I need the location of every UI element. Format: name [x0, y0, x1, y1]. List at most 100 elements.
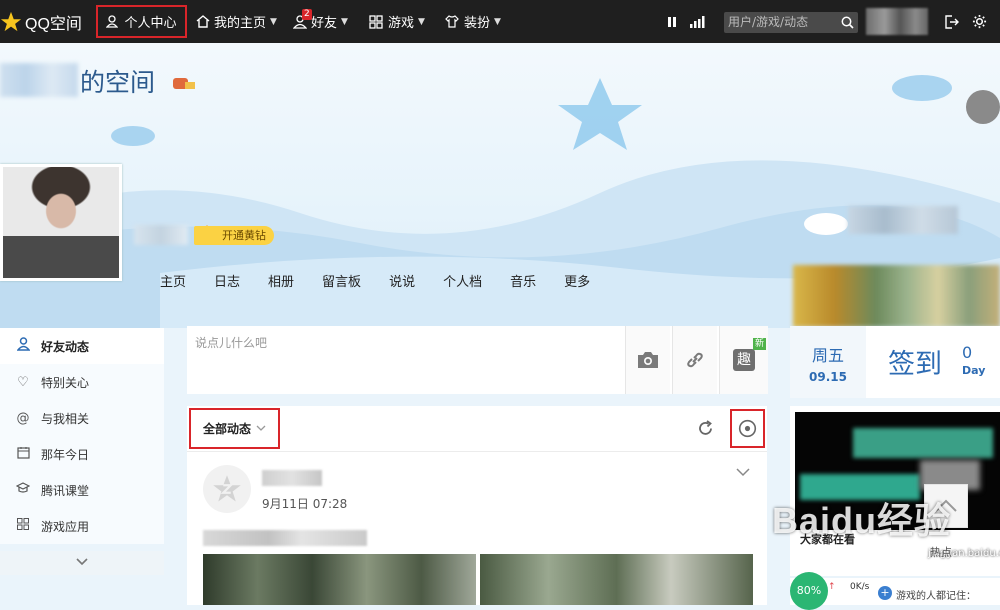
- post-image[interactable]: [480, 554, 753, 605]
- user-icon: [106, 15, 119, 28]
- sidebar-item-tencent-classroom[interactable]: 腾讯课堂: [0, 472, 164, 508]
- fun-icon: 趣: [733, 349, 755, 371]
- games-menu[interactable]: 游戏 ▼: [369, 0, 425, 43]
- level-indicator: [134, 225, 188, 245]
- person-icon: [15, 337, 31, 355]
- post-author-avatar[interactable]: [203, 465, 251, 513]
- nav-more[interactable]: 更多: [550, 272, 604, 294]
- qzone-logo[interactable]: QQ空间: [0, 0, 82, 43]
- refresh-icon: [698, 419, 712, 435]
- sidebar-expand-button[interactable]: [0, 551, 164, 575]
- search-box: [724, 12, 858, 33]
- network-usage-ring[interactable]: 80%: [790, 572, 828, 610]
- sidebar-item-friend-feed[interactable]: 好友动态: [0, 328, 164, 364]
- signal-bars-icon: [690, 15, 705, 28]
- network-speed: 0K/s: [850, 582, 870, 592]
- left-sidebar: 好友动态 ♡ 特别关心 @ 与我相关 那年今日 腾讯课堂 游戏应用: [0, 328, 164, 605]
- baidu-jingyan-watermark: Baidu经验: [772, 500, 952, 541]
- owner-nickname: [0, 63, 78, 97]
- shirt-icon: [445, 15, 459, 28]
- banner-image[interactable]: [793, 265, 1000, 327]
- new-tag: 新: [752, 338, 766, 350]
- chevron-down-icon: [76, 558, 88, 566]
- sidebar-item-label: 特别关心: [41, 375, 90, 390]
- brand-name: QQ空间: [25, 15, 82, 33]
- nav-blog[interactable]: 日志: [200, 272, 254, 294]
- link-button[interactable]: [672, 326, 717, 394]
- settings-button[interactable]: [972, 0, 987, 43]
- feed-settings-button[interactable]: [730, 409, 765, 448]
- network-ad-text: 游戏的人都记住：: [896, 591, 976, 602]
- sidebar-item-label: 腾讯课堂: [41, 483, 90, 498]
- personal-center-button[interactable]: 个人中心: [96, 5, 187, 38]
- checkin-day-count: 0 Day: [962, 344, 985, 380]
- dress-up-menu[interactable]: 装扮 ▼: [445, 0, 501, 43]
- nav-shuoshuo[interactable]: 说说: [375, 272, 429, 294]
- checkin-days-value: 0: [962, 343, 973, 362]
- chevron-down-icon: ▼: [341, 16, 348, 27]
- pause-icon: [668, 16, 676, 27]
- sidebar-item-game-apps[interactable]: 游戏应用: [0, 508, 164, 544]
- logout-icon: [945, 14, 959, 29]
- post-options-toggle[interactable]: [736, 466, 750, 480]
- grid-icon: [369, 14, 383, 29]
- search-icon[interactable]: [841, 16, 854, 29]
- graduation-icon: [15, 482, 31, 498]
- refresh-button[interactable]: [692, 414, 718, 442]
- level-crown-icon: [173, 78, 195, 89]
- personal-center-label: 个人中心: [124, 16, 177, 31]
- status-input[interactable]: [187, 326, 625, 392]
- top-navigation-bar: QQ空间 个人中心 我的主页 ▼ 2 好友 ▼ 游戏 ▼ 装扮 ▼ 用户/游戏/…: [0, 0, 1000, 43]
- camera-icon: [638, 352, 658, 368]
- chevron-down-icon: [736, 468, 750, 477]
- checkin-button[interactable]: 签到: [888, 342, 942, 381]
- user-avatar[interactable]: [866, 8, 928, 35]
- profile-photo[interactable]: [0, 164, 122, 281]
- profile-header: 的空间 开通黄钻 主页 日志 相册 留言板 说说 个人档 音乐 更多: [0, 43, 1000, 328]
- photo-upload-button[interactable]: [625, 326, 670, 394]
- sidebar-item-on-this-day[interactable]: 那年今日: [0, 436, 164, 472]
- chevron-down-icon: [256, 425, 266, 431]
- floating-help-icon[interactable]: [966, 90, 1000, 124]
- post-image[interactable]: [203, 554, 476, 605]
- pause-music-button[interactable]: [667, 0, 677, 43]
- video-frame-element: [853, 428, 993, 458]
- sidebar-item-label: 与我相关: [41, 411, 90, 426]
- post-text: [203, 530, 367, 546]
- nav-music[interactable]: 音乐: [496, 272, 550, 294]
- feed-filter-dropdown[interactable]: 全部动态: [189, 408, 280, 449]
- sidebar-item-special-care[interactable]: ♡ 特别关心: [0, 364, 164, 400]
- open-yellow-diamond-button[interactable]: 开通黄钻: [194, 226, 274, 245]
- nav-guestbook[interactable]: 留言板: [308, 272, 375, 294]
- network-monitor: 80% ↑ 0K/s + 游戏的人都记住：: [790, 572, 1000, 610]
- dress-up-label: 装扮: [464, 16, 491, 31]
- signal-button[interactable]: [689, 0, 705, 43]
- weather-info: [848, 206, 958, 234]
- friends-menu[interactable]: 2 好友 ▼: [293, 0, 348, 43]
- logout-button[interactable]: [944, 0, 959, 43]
- upload-arrow-icon: ↑: [828, 582, 836, 592]
- space-title: 的空间: [80, 68, 156, 97]
- heart-icon: ♡: [17, 374, 29, 390]
- qzone-star-icon: [213, 475, 241, 502]
- checkin-days-unit: Day: [962, 364, 986, 377]
- weekday-label: 周五: [811, 346, 844, 365]
- plus-icon[interactable]: +: [878, 586, 892, 600]
- nav-album[interactable]: 相册: [254, 272, 308, 294]
- my-home-menu[interactable]: 我的主页 ▼: [196, 0, 277, 43]
- home-icon: [196, 15, 210, 28]
- nav-home[interactable]: 主页: [146, 272, 200, 294]
- search-input[interactable]: [728, 14, 832, 30]
- feed-panel: 全部动态 9月11日 07:28: [187, 406, 767, 605]
- post-timestamp: 9月11日 07:28: [262, 497, 348, 511]
- link-icon: [687, 352, 703, 368]
- nav-profile[interactable]: 个人档: [429, 272, 496, 294]
- sidebar-item-label: 好友动态: [41, 339, 90, 354]
- date-label: 09.15: [809, 370, 847, 384]
- post-author-name[interactable]: [262, 470, 322, 486]
- fun-button[interactable]: 趣 新: [719, 326, 768, 394]
- checkin-widget: 周五 09.15 签到 0 Day: [790, 326, 1000, 398]
- friends-icon-wrap: 2: [293, 0, 312, 43]
- sidebar-item-related-to-me[interactable]: @ 与我相关: [0, 400, 164, 436]
- at-icon: @: [16, 410, 30, 426]
